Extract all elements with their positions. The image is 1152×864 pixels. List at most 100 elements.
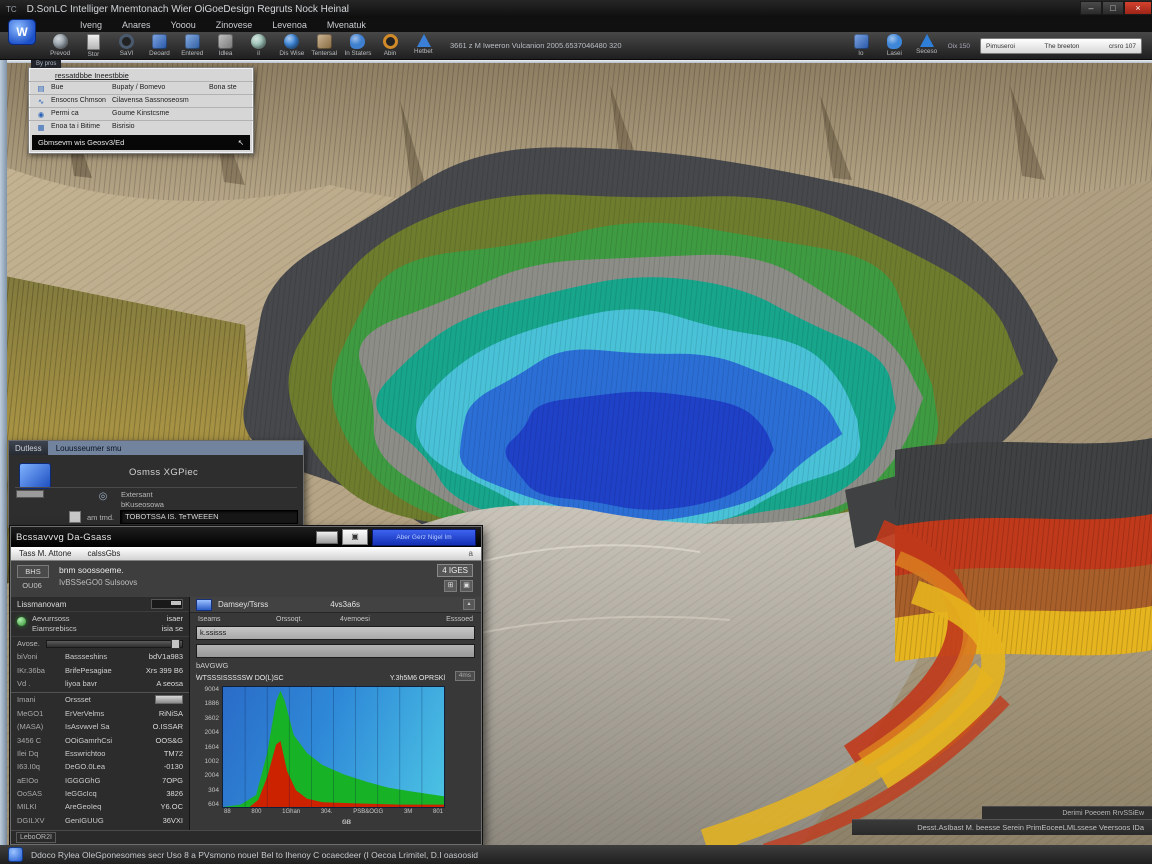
table-row[interactable]: (MASA)IsAsvwvel SaO.ISSAR (11, 720, 189, 733)
field-chip-icon[interactable] (69, 511, 81, 523)
sub-row: Aevurrsossisaer (32, 614, 183, 624)
grade-chart: WTSSSISSSSSW DO(L)SC Y.3h5M6 OPRSKl 9004… (196, 675, 445, 828)
menu-item-4[interactable]: Levenoa (270, 20, 309, 30)
camera-panel[interactable]: Dutless Louusseumer smu Osmss XGPiec ◎ E… (8, 440, 304, 528)
value-input-2[interactable] (196, 644, 475, 658)
identify-list: ▤BueBupaty / BomevoBona ste∿Ensocns Chms… (29, 81, 253, 133)
table-row[interactable]: Vd .liyoa bavrA seosa (11, 677, 189, 690)
value-input-1[interactable]: k.ssisss (196, 626, 475, 640)
y-tick-label: 304 (208, 787, 219, 794)
target-button[interactable]: Abin (374, 34, 407, 58)
identify-col-1: Permi ca (51, 110, 107, 117)
identify-row[interactable]: ∿Ensocns ChmsonCilavensa Sassnoseosm (29, 94, 253, 107)
row-code: aEIOo (17, 776, 65, 785)
crystal-button[interactable]: Seceso (911, 34, 944, 57)
x-tick-label: 3M (404, 809, 412, 818)
dialog-menu-item-2[interactable]: calssGbs (87, 549, 120, 558)
column-header-1[interactable]: Damsey/Tsrss (218, 600, 268, 609)
panel-icon[interactable]: ▣ (460, 580, 473, 592)
identify-panel-tab[interactable]: By pros (31, 60, 61, 68)
table-row[interactable]: aEIOoIGGGGhG7OPG (11, 774, 189, 787)
square-button[interactable]: Idlea (209, 34, 242, 58)
identify-row[interactable]: ◉Permi caGoume Kinstcsme (29, 107, 253, 120)
left-subrows: AevurrsossisaerEiamsrebiscsisia se (32, 614, 183, 634)
globe-button[interactable]: Prevod (44, 34, 77, 58)
table-row[interactable]: Ilei DqEsswrichtooTM72 (11, 747, 189, 760)
menu-item-2[interactable]: Yooou (169, 20, 198, 30)
dialog-blue-button[interactable]: Aber Gerz Nigel Im (372, 529, 476, 546)
strip-1-text: Derimi Poeoem RrvSSiEw (1062, 810, 1144, 817)
dialog-menu-item-1[interactable]: Tass M. Attone (19, 549, 71, 558)
box-button[interactable]: Entered (176, 34, 209, 58)
menu-item-0[interactable]: Iveng (78, 20, 104, 30)
minimize-button[interactable]: – (1080, 1, 1102, 15)
toolbar-button-label: Tentersal (312, 50, 338, 56)
option-2[interactable]: bKuseosowa (121, 500, 164, 510)
menu-item-3[interactable]: Zinovese (214, 20, 255, 30)
toolbar-button-label: Prevod (51, 50, 71, 56)
table-header[interactable]: Esssoed (425, 616, 473, 623)
table-row[interactable]: ImaniOrssset (11, 692, 189, 706)
dialog-restore-button[interactable]: ▣ (342, 529, 368, 545)
table-row[interactable]: MeGO1ErVerVelmsRiNiSA (11, 707, 189, 720)
row-name: GenIGUUG (65, 816, 129, 825)
square-icon (218, 34, 233, 49)
row-name: DeGO.0Lea (65, 762, 129, 771)
document-button[interactable]: Stor (77, 34, 110, 58)
layer-combo-box[interactable]: Pimuseroi The breeton crsro 107 (980, 38, 1142, 54)
hand-button[interactable]: In Staters (341, 34, 374, 58)
app-logo-icon[interactable]: W (8, 19, 36, 45)
scroll-up-icon[interactable]: ▴ (463, 599, 475, 610)
value-slider[interactable] (46, 640, 183, 648)
chart-plot-area[interactable] (222, 686, 445, 808)
dialog-minimize-button[interactable] (316, 531, 338, 544)
properties-dialog[interactable]: Bcssavvvg Da-Gsass ▣ Aber Gerz Nigel Im … (10, 526, 482, 845)
toolbar-button-label: Stor (88, 51, 100, 57)
grid-icon[interactable]: ⊞ (444, 580, 457, 592)
row-code: Imani (17, 695, 65, 704)
document-icon (87, 34, 100, 50)
camera-field-input[interactable]: TOBOTSSA IS. TeTWEEEN (120, 510, 298, 524)
table-row[interactable]: DGILXVGenIGUUG36VXI (11, 814, 189, 827)
table-row[interactable]: OoSASIeGGcIcq3826 (11, 787, 189, 800)
table-header[interactable]: Iseams (198, 616, 276, 623)
identify-row[interactable]: ▤BueBupaty / BomevoBona ste (29, 81, 253, 94)
camera-options[interactable]: Extersant bKuseosowa (121, 490, 164, 510)
table-header[interactable]: 4vemoesi (340, 616, 425, 623)
table-row[interactable]: I63.I0qDeGO.0Lea-0130 (11, 760, 189, 773)
combo-mid-text: The breeton (1044, 43, 1079, 50)
row-name: liyoa bavr (65, 679, 129, 688)
identify-row[interactable]: ▦Enoa ta i BitimeBisrisio (29, 120, 253, 133)
camera-panel-title-bar[interactable]: Dutless Louusseumer smu (9, 441, 303, 455)
menu-item-5[interactable]: Mvenatuk (325, 20, 368, 30)
close-button[interactable]: × (1124, 1, 1152, 15)
table-row[interactable]: MILKIAreGeoIeqY6.OC (11, 800, 189, 813)
maximize-button[interactable]: □ (1102, 1, 1124, 15)
cube-button[interactable]: Deoard (143, 34, 176, 58)
option-1[interactable]: Extersant (121, 490, 164, 500)
table-row[interactable]: 3456 COOiGamrhCsiOOS&G (11, 733, 189, 746)
identify-panel[interactable]: By pros ressatdbbe Ineestbbie ▤BueBupaty… (28, 67, 254, 154)
blob-button[interactable]: Lasei (878, 34, 911, 57)
divider (15, 487, 297, 488)
menu-item-1[interactable]: Anares (120, 20, 153, 30)
table-row[interactable]: IKr.36baBrifePesagiaeXrs 399 B6 (11, 663, 189, 676)
row-button[interactable] (155, 695, 183, 704)
radio-icon[interactable]: ◎ (97, 491, 109, 503)
header-icons: ⊞ ▣ (444, 580, 473, 592)
gem-button[interactable]: Io (845, 34, 878, 57)
camera-button[interactable]: SaVl (110, 34, 143, 58)
column-header-2[interactable]: 4vs3a6s (330, 600, 360, 609)
window-controls: – □ × (1080, 0, 1152, 18)
dialog-menu-right-icon[interactable]: a (469, 549, 473, 558)
toggle-switch[interactable] (151, 599, 183, 609)
table-header[interactable]: Orssoqt. (276, 616, 340, 623)
dialog-title-bar[interactable]: Bcssavvvg Da-Gsass ▣ Aber Gerz Nigel Im (11, 527, 481, 547)
chart-x-axis: 888001Ghan304.PSB&OGG3M801 (222, 809, 445, 818)
pyramid-button[interactable]: Hetbet (407, 34, 440, 58)
table-row[interactable]: biVoniBassseshinsbdV1a983 (11, 650, 189, 663)
marble-button[interactable]: Dis Wise (275, 34, 308, 58)
status-bar: Ddoco Rylea OleGponesomes secr Uso 8 a P… (0, 845, 1152, 864)
pearl-button[interactable]: il (242, 34, 275, 58)
folder-button[interactable]: Tentersal (308, 34, 341, 58)
